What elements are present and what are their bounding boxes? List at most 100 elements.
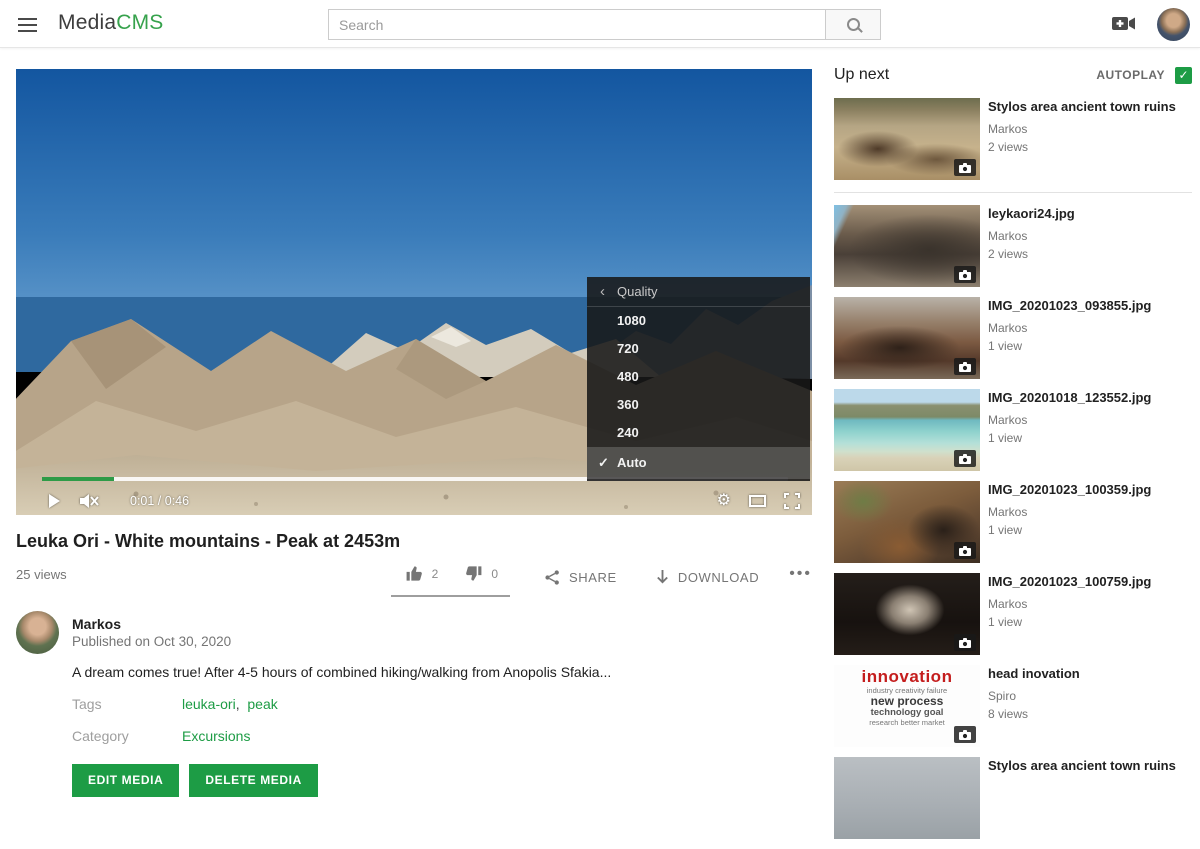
tag-separator: , bbox=[236, 696, 240, 712]
item-title[interactable]: leykaori24.jpg bbox=[988, 206, 1075, 222]
item-views: 1 view bbox=[988, 523, 1151, 537]
video-title: Leuka Ori - White mountains - Peak at 24… bbox=[16, 531, 400, 552]
upload-media-icon[interactable] bbox=[1112, 15, 1136, 32]
camera-badge bbox=[954, 266, 976, 283]
item-author: Markos bbox=[988, 321, 1151, 335]
download-label: DOWNLOAD bbox=[678, 570, 759, 585]
delete-media-button[interactable]: DELETE MEDIA bbox=[189, 764, 318, 797]
check-icon: ✓ bbox=[598, 447, 609, 479]
like-count: 2 bbox=[432, 567, 439, 581]
list-item-7[interactable]: innovation industry creativity failure n… bbox=[834, 665, 1192, 747]
list-item-8[interactable]: Stylos area ancient town ruins bbox=[834, 757, 1192, 839]
thumbs-up-icon bbox=[405, 564, 424, 583]
item-author: Spiro bbox=[988, 689, 1080, 703]
play-button[interactable] bbox=[46, 493, 62, 509]
item-title[interactable]: IMG_20201023_093855.jpg bbox=[988, 298, 1151, 314]
quality-option-720[interactable]: 720 bbox=[587, 335, 810, 363]
tag-link-peak[interactable]: peak bbox=[247, 696, 277, 712]
search-input[interactable] bbox=[328, 9, 825, 40]
progress-played bbox=[42, 477, 114, 481]
share-button[interactable]: SHARE bbox=[544, 569, 617, 586]
theater-mode-icon[interactable] bbox=[749, 495, 766, 507]
item-title[interactable]: Stylos area ancient town ruins bbox=[988, 99, 1176, 115]
thumbnail-cave-house bbox=[834, 297, 980, 379]
tag-link-leuka-ori[interactable]: leuka-ori bbox=[182, 696, 236, 712]
thumbs-down-icon bbox=[464, 564, 483, 583]
search-icon bbox=[847, 18, 860, 31]
thumbnail-word-cloud: innovation industry creativity failure n… bbox=[834, 665, 980, 747]
share-icon bbox=[544, 569, 561, 586]
item-title[interactable]: head inovation bbox=[988, 666, 1080, 682]
camera-icon bbox=[959, 546, 971, 556]
category-value: Excursions bbox=[182, 728, 250, 744]
camera-badge bbox=[954, 542, 976, 559]
quality-menu-title: Quality bbox=[617, 284, 657, 299]
quality-option-360[interactable]: 360 bbox=[587, 391, 810, 419]
thumbnail-cliff bbox=[834, 481, 980, 563]
thumbnail-misty-ruins bbox=[834, 757, 980, 839]
top-navbar: MediaCMS bbox=[0, 0, 1200, 48]
author-avatar[interactable] bbox=[16, 611, 59, 654]
item-title[interactable]: IMG_20201023_100359.jpg bbox=[988, 482, 1151, 498]
menu-icon[interactable] bbox=[18, 14, 38, 34]
autoplay-checkbox[interactable]: ✓ bbox=[1175, 67, 1192, 84]
video-player[interactable]: ‹ Quality 1080 720 480 360 240 ✓ Auto 0:… bbox=[16, 69, 812, 515]
item-title[interactable]: IMG_20201023_100759.jpg bbox=[988, 574, 1151, 590]
more-options-button[interactable]: ••• bbox=[789, 565, 812, 591]
list-item-5[interactable]: IMG_20201023_100359.jpg Markos 1 view bbox=[834, 481, 1192, 563]
logo[interactable]: MediaCMS bbox=[58, 11, 163, 35]
list-item-1[interactable]: Stylos area ancient town ruinsMarkos2 vi… bbox=[834, 98, 1192, 180]
divider bbox=[834, 192, 1192, 193]
item-author: Markos bbox=[988, 229, 1075, 243]
download-button[interactable]: DOWNLOAD bbox=[655, 569, 759, 586]
camera-icon bbox=[959, 270, 971, 280]
camera-icon bbox=[959, 454, 971, 464]
quality-option-240[interactable]: 240 bbox=[587, 419, 810, 447]
time-display: 0:01 / 0:46 bbox=[130, 494, 189, 508]
list-item-4[interactable]: IMG_20201018_123552.jpg Markos 1 view bbox=[834, 389, 1192, 471]
edit-media-button[interactable]: EDIT MEDIA bbox=[72, 764, 179, 797]
quality-menu-back[interactable]: ‹ Quality bbox=[587, 277, 810, 307]
user-avatar[interactable] bbox=[1157, 8, 1190, 41]
thumbnail-ruins bbox=[834, 98, 980, 180]
list-item-3[interactable]: IMG_20201023_093855.jpgMarkos1 view bbox=[834, 297, 1192, 379]
list-item-2[interactable]: leykaori24.jpgMarkos2 views bbox=[834, 205, 1192, 287]
tags-list: leuka-ori, peak bbox=[182, 696, 278, 712]
quality-menu: ‹ Quality 1080 720 480 360 240 ✓ Auto bbox=[587, 277, 810, 481]
camera-badge bbox=[954, 634, 976, 651]
camera-badge bbox=[954, 726, 976, 743]
list-item-6[interactable]: IMG_20201023_100759.jpgMarkos1 view bbox=[834, 573, 1192, 655]
camera-badge bbox=[954, 159, 976, 176]
item-author: Markos bbox=[988, 597, 1151, 611]
search-bar bbox=[328, 9, 881, 40]
item-title[interactable]: Stylos area ancient town ruins bbox=[988, 758, 1176, 774]
tags-label: Tags bbox=[72, 696, 102, 712]
quality-option-auto[interactable]: ✓ Auto bbox=[587, 447, 810, 479]
mute-icon[interactable] bbox=[78, 492, 100, 510]
up-next-title: Up next bbox=[834, 66, 889, 84]
logo-cms: CMS bbox=[116, 11, 163, 34]
camera-icon bbox=[959, 730, 971, 740]
settings-gear-icon[interactable]: ⚙ bbox=[717, 493, 731, 509]
camera-icon bbox=[959, 638, 971, 648]
item-views: 1 view bbox=[988, 431, 1151, 445]
item-author: Markos bbox=[988, 122, 1176, 136]
back-chevron-icon: ‹ bbox=[600, 283, 605, 300]
item-author: Markos bbox=[988, 413, 1151, 427]
item-author: Markos bbox=[988, 505, 1151, 519]
camera-icon bbox=[959, 362, 971, 372]
category-link-excursions[interactable]: Excursions bbox=[182, 728, 250, 744]
quality-option-480[interactable]: 480 bbox=[587, 363, 810, 391]
quality-option-1080[interactable]: 1080 bbox=[587, 307, 810, 335]
author-name[interactable]: Markos bbox=[72, 616, 121, 632]
search-button[interactable] bbox=[825, 9, 881, 40]
publish-date: Published on Oct 30, 2020 bbox=[72, 634, 231, 649]
action-bar: 2 0 SHARE DOWNLOAD ••• bbox=[16, 558, 812, 597]
dislike-button[interactable]: 0 bbox=[464, 564, 498, 583]
item-title[interactable]: IMG_20201018_123552.jpg bbox=[988, 390, 1151, 406]
video-description: A dream comes true! After 4-5 hours of c… bbox=[72, 664, 692, 680]
camera-badge bbox=[954, 450, 976, 467]
like-button[interactable]: 2 bbox=[405, 564, 439, 583]
dislike-count: 0 bbox=[491, 567, 498, 581]
fullscreen-icon[interactable] bbox=[784, 493, 800, 509]
